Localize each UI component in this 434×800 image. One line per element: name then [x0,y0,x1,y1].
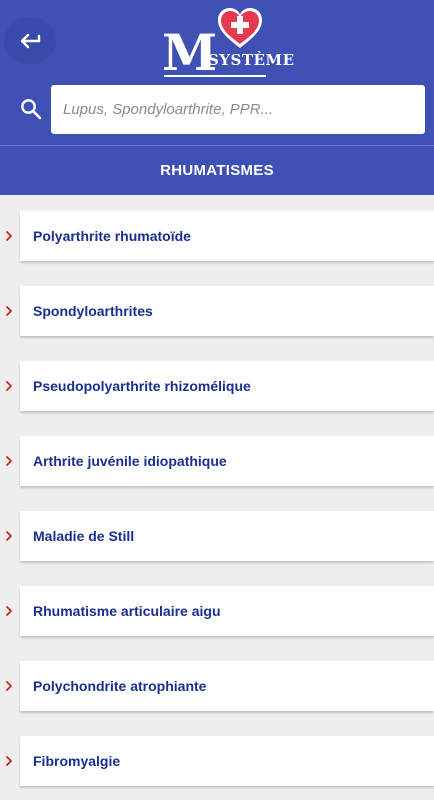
list-item-card[interactable]: Arthrite juvénile idiopathique [20,436,434,486]
search-box [51,85,425,134]
list-item-label: Pseudopolyarthrite rhizomélique [33,378,251,394]
chevron-right-icon [6,531,12,541]
list-item[interactable]: Rhumatisme articulaire aigu [0,586,434,638]
list-item-label: Fibromyalgie [33,753,121,769]
list-item-label: Arthrite juvénile idiopathique [33,453,227,469]
heart-cross-icon [218,8,262,48]
chevron-right-icon [6,456,12,466]
search-input[interactable] [51,85,425,134]
back-button[interactable] [4,18,56,64]
logo-word: SYSTÈME [208,51,295,69]
list-item-label: Polyarthrite rhumatoïde [33,228,191,244]
list-item-card[interactable]: Polyarthrite rhumatoïde [20,211,434,261]
chevron-right-icon [6,231,12,241]
list-item-label: Polychondrite atrophiante [33,678,207,694]
section-title: RHUMATISMES [160,162,274,179]
chevron-right-icon [6,756,12,766]
logo-underline [164,75,266,77]
app-screen: M SYSTÈME RHUMATISMES Polyarthrite rhuma… [0,0,434,800]
list-item-label: Rhumatisme articulaire aigu [33,603,221,619]
list-item[interactable]: Spondyloarthrites [0,286,434,338]
list-item[interactable]: Polychondrite atrophiante [0,661,434,713]
search-icon [21,99,42,120]
list-item-card[interactable]: Spondyloarthrites [20,286,434,336]
list-item[interactable]: Fibromyalgie [0,736,434,788]
section-header: RHUMATISMES [0,145,434,195]
list-item-label: Spondyloarthrites [33,303,153,319]
list-item-card[interactable]: Polychondrite atrophiante [20,661,434,711]
list-item[interactable]: Arthrite juvénile idiopathique [0,436,434,488]
list-item[interactable]: Pseudopolyarthrite rhizomélique [0,361,434,413]
app-logo: M SYSTÈME [160,6,294,80]
list-item-card[interactable]: Pseudopolyarthrite rhizomélique [20,361,434,411]
chevron-right-icon [6,606,12,616]
list-item[interactable]: Maladie de Still [0,511,434,563]
chevron-right-icon [6,381,12,391]
list-item-card[interactable]: Fibromyalgie [20,736,434,786]
chevron-right-icon [6,681,12,691]
chevron-right-icon [6,306,12,316]
list-item-card[interactable]: Maladie de Still [20,511,434,561]
list-item[interactable]: Polyarthrite rhumatoïde [0,211,434,263]
app-header: M SYSTÈME [0,0,434,145]
list-item-label: Maladie de Still [33,528,135,544]
list-item-card[interactable]: Rhumatisme articulaire aigu [20,586,434,636]
arrow-back-icon [20,33,41,49]
